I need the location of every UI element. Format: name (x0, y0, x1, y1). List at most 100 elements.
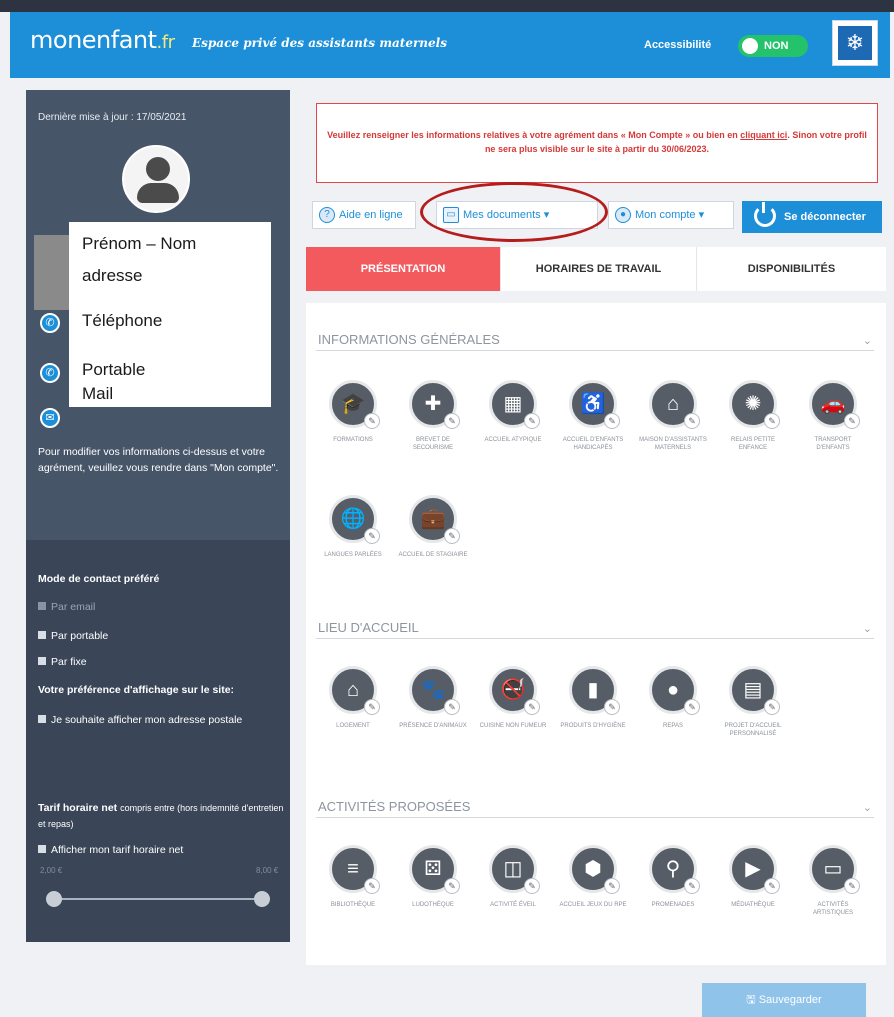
toggle-knob (742, 38, 758, 54)
edit-pencil-icon[interactable]: ✎ (604, 878, 620, 894)
overlay-mail: Mail (82, 384, 114, 403)
feature-label: ACTIVITÉ ÉVEIL (490, 902, 536, 908)
toggle-label: NON (764, 40, 789, 52)
feature-item[interactable]: 🚗 ✎ TRANSPORT D'ENFANTS (798, 380, 868, 452)
tab-horaires[interactable]: HORAIRES DE TRAVAIL (500, 247, 696, 291)
feature-item[interactable]: ⌂ ✎ LOGEMENT (318, 666, 388, 730)
checkbox[interactable] (38, 602, 46, 610)
feature-item[interactable]: ▮ ✎ PRODUITS D'HYGIÈNE (558, 666, 628, 730)
tab-disponibilites[interactable]: DISPONIBILITÉS (696, 247, 886, 291)
checkbox[interactable] (38, 845, 46, 853)
section-title-activites: ACTIVITÉS PROPOSÉES (318, 799, 471, 814)
tarif-slider-track[interactable] (56, 898, 266, 900)
edit-pencil-icon[interactable]: ✎ (764, 413, 780, 429)
edit-pencil-icon[interactable]: ✎ (444, 413, 460, 429)
feature-item[interactable]: ◫ ✎ ACTIVITÉ ÉVEIL (478, 845, 548, 909)
slider-max-handle[interactable] (254, 891, 270, 907)
feature-label: ACCUEIL JEUX DU RPE (559, 902, 627, 908)
feature-item[interactable]: 🐾 ✎ PRÉSENCE D'ANIMAUX (398, 666, 468, 730)
feature-circle: ▭ ✎ (809, 845, 860, 894)
avatar (122, 145, 190, 213)
accessibility-toggle[interactable]: NON (738, 35, 808, 57)
feature-item[interactable]: ♿ ✎ ACCUEIL D'ENFANTS HANDICAPÉS (558, 380, 628, 452)
contact-option-portable[interactable]: Par portable (38, 630, 108, 642)
feature-item[interactable]: ● ✎ REPAS (638, 666, 708, 730)
feature-item[interactable]: ✺ ✎ RELAIS PETITE ENFANCE (718, 380, 788, 452)
edit-pencil-icon[interactable]: ✎ (844, 413, 860, 429)
feature-label: LOGEMENT (336, 723, 370, 729)
contact-option-fixe[interactable]: Par fixe (38, 656, 87, 668)
feature-label: LUDOTHÈQUE (412, 902, 454, 908)
checkbox[interactable] (38, 631, 46, 639)
edit-pencil-icon[interactable]: ✎ (524, 878, 540, 894)
feature-label: FORMATIONS (333, 437, 373, 443)
site-logo[interactable]: monenfant.fr (30, 26, 175, 54)
feature-item[interactable]: 🚭 ✎ CUISINE NON FUMEUR (478, 666, 548, 730)
feature-item[interactable]: 🌐 ✎ LANGUES PARLÉES (318, 495, 388, 559)
help-button[interactable]: ? Aide en ligne (312, 201, 416, 229)
edit-pencil-icon[interactable]: ✎ (444, 699, 460, 715)
account-button[interactable]: ● Mon compte ▾ (608, 201, 734, 229)
feature-circle: ♿ ✎ (569, 380, 620, 429)
overlay-address: adresse (82, 266, 143, 285)
feature-item[interactable]: ⬢ ✎ ACCUEIL JEUX DU RPE (558, 845, 628, 909)
feature-item[interactable]: ▦ ✎ ACCUEIL ATYPIQUE (478, 380, 548, 444)
feature-label: PRODUITS D'HYGIÈNE (560, 723, 626, 729)
chevron-down-icon[interactable]: ⌄ (863, 801, 872, 814)
slider-max-label: 8,00 € (256, 866, 279, 875)
feature-label: ACCUEIL D'ENFANTS HANDICAPÉS (562, 437, 624, 451)
edit-pencil-icon[interactable]: ✎ (364, 528, 380, 544)
feature-label: PROJET D'ACCUEIL PERSONNALISÉ (724, 723, 782, 737)
checkbox[interactable] (38, 715, 46, 723)
edit-pencil-icon[interactable]: ✎ (364, 878, 380, 894)
feature-label: PROMENADES (651, 902, 695, 908)
section-title-general: INFORMATIONS GÉNÉRALES (318, 332, 500, 347)
feature-label: MÉDIATHÈQUE (731, 902, 775, 908)
edit-pencil-icon[interactable]: ✎ (604, 699, 620, 715)
display-pref-option[interactable]: Je souhaite afficher mon adresse postale (38, 712, 278, 728)
feature-circle: 🚗 ✎ (809, 380, 860, 429)
edit-pencil-icon[interactable]: ✎ (844, 878, 860, 894)
edit-pencil-icon[interactable]: ✎ (684, 699, 700, 715)
edit-pencil-icon[interactable]: ✎ (364, 413, 380, 429)
photo-placeholder (34, 235, 70, 310)
edit-pencil-icon[interactable]: ✎ (764, 699, 780, 715)
feature-item[interactable]: 🎓 ✎ FORMATIONS (318, 380, 388, 444)
slider-min-handle[interactable] (46, 891, 62, 907)
chevron-down-icon[interactable]: ⌄ (863, 334, 872, 347)
feature-circle: ✺ ✎ (729, 380, 780, 429)
edit-pencil-icon[interactable]: ✎ (524, 413, 540, 429)
feature-item[interactable]: ✚ ✎ BREVET DE SECOURISME (398, 380, 468, 452)
feature-item[interactable]: ▭ ✎ ACTIVITÉS ARTISTIQUES (798, 845, 868, 917)
edit-pencil-icon[interactable]: ✎ (684, 413, 700, 429)
edit-pencil-icon[interactable]: ✎ (764, 878, 780, 894)
feature-item[interactable]: ⌂ ✎ MAISON D'ASSISTANTS MATERNELS (638, 380, 708, 452)
edit-pencil-icon[interactable]: ✎ (444, 528, 460, 544)
save-button[interactable]: 🖫 Sauvegarder (702, 983, 866, 1017)
feature-item[interactable]: ▶ ✎ MÉDIATHÈQUE (718, 845, 788, 909)
chevron-down-icon[interactable]: ⌄ (863, 622, 872, 635)
feature-item[interactable]: ⚄ ✎ LUDOTHÈQUE (398, 845, 468, 909)
tab-presentation[interactable]: PRÉSENTATION (306, 247, 500, 291)
alert-link[interactable]: cliquant ici (740, 130, 787, 140)
profile-sidebar: Dernière mise à jour : 17/05/2021 ✆ ✆ ✉ … (26, 90, 290, 942)
feature-item[interactable]: ≡ ✎ BIBLIOTHÈQUE (318, 845, 388, 909)
section-divider (316, 638, 874, 639)
edit-pencil-icon[interactable]: ✎ (524, 699, 540, 715)
checkbox[interactable] (38, 657, 46, 665)
question-icon: ? (319, 207, 335, 223)
feature-item[interactable]: 💼 ✎ ACCUEIL DE STAGIAIRE (398, 495, 468, 559)
feature-label: BIBLIOTHÈQUE (330, 902, 376, 908)
tarif-display-option[interactable]: Afficher mon tarif horaire net (38, 844, 183, 856)
feature-circle: ● ✎ (649, 666, 700, 715)
feature-item[interactable]: ⚲ ✎ PROMENADES (638, 845, 708, 909)
overlay-phone: Téléphone (82, 311, 163, 330)
edit-pencil-icon[interactable]: ✎ (604, 413, 620, 429)
logout-button[interactable]: Se déconnecter (742, 201, 882, 233)
save-icon: 🖫 (746, 994, 756, 1006)
contact-option-email[interactable]: Par email (38, 601, 95, 613)
edit-pencil-icon[interactable]: ✎ (684, 878, 700, 894)
feature-item[interactable]: ▤ ✎ PROJET D'ACCUEIL PERSONNALISÉ (718, 666, 788, 738)
edit-pencil-icon[interactable]: ✎ (364, 699, 380, 715)
edit-pencil-icon[interactable]: ✎ (444, 878, 460, 894)
